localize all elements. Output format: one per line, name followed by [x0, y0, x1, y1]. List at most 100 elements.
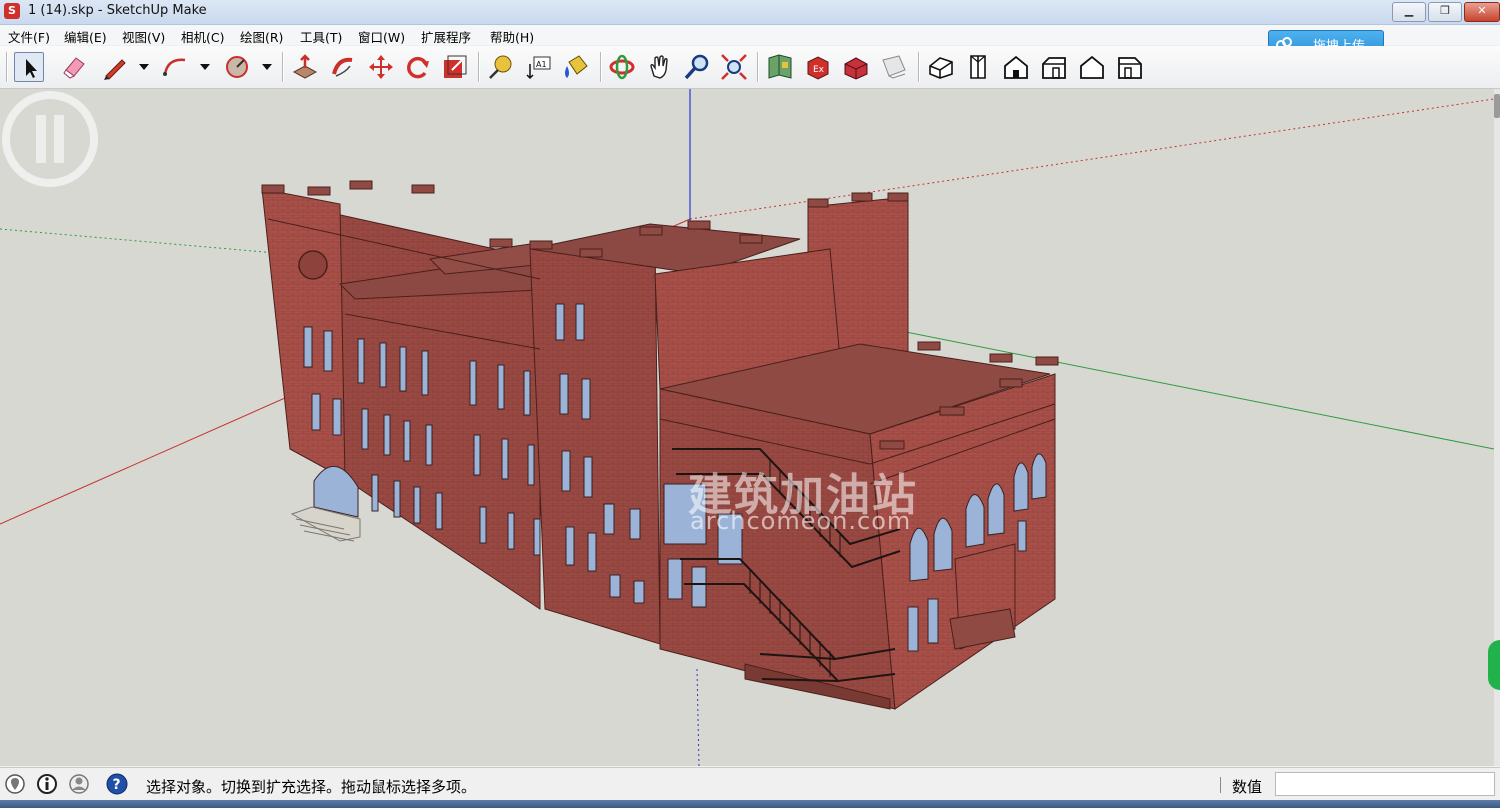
menu-camera[interactable]: 相机(C) [181, 27, 224, 46]
menu-edit[interactable]: 编辑(E) [64, 27, 107, 46]
warehouse-button[interactable] [765, 52, 795, 82]
eraser-icon [63, 57, 85, 79]
model-canvas [0, 89, 1494, 766]
layout-icon [882, 55, 906, 79]
status-bar: ? 选择对象。切换到扩充选择。拖动鼠标选择多项。 数值 [0, 767, 1500, 800]
extension-warehouse-icon: Ex [807, 56, 829, 80]
iso-view-button[interactable] [926, 52, 956, 82]
left-view-icon [1118, 57, 1142, 79]
measurements-label: 数值 [1232, 778, 1263, 796]
chevron-down-icon[interactable] [137, 60, 151, 74]
floating-assistant-button[interactable] [1488, 640, 1500, 690]
close-button[interactable]: ✕ [1464, 2, 1500, 22]
maximize-button[interactable]: ❐ [1428, 2, 1462, 22]
text-label-icon: A1 [526, 56, 551, 80]
toolbar-separator [478, 52, 480, 82]
close-icon: ✕ [1477, 4, 1487, 17]
select-icon [26, 59, 37, 78]
svg-text:Ex: Ex [813, 65, 825, 75]
chevron-down-icon[interactable] [198, 60, 212, 74]
toolbar-separator [600, 52, 602, 82]
blue-axis-dotted [696, 668, 700, 766]
maximize-icon: ❐ [1440, 4, 1450, 17]
paint-bucket-tool-button[interactable] [561, 52, 591, 82]
tape-measure-icon [489, 55, 512, 79]
extension-warehouse-button[interactable]: Ex [803, 52, 833, 82]
top-view-icon [970, 55, 986, 79]
model-viewport[interactable]: 建筑加油站 archcomeon.com [0, 89, 1494, 766]
orbit-icon [609, 54, 635, 80]
share-model-icon [844, 57, 868, 80]
minimize-icon: ▁ [1404, 4, 1414, 17]
svg-text:A1: A1 [536, 60, 547, 69]
eraser-tool-button[interactable] [60, 52, 90, 82]
push-pull-tool-button[interactable] [290, 52, 320, 82]
chevron-down-icon[interactable] [260, 60, 274, 74]
scale-tool-button[interactable] [440, 52, 470, 82]
rotate-tool-button[interactable] [403, 52, 433, 82]
watermark-logo-icon [2, 91, 98, 187]
watermark-url: archcomeon.com [690, 507, 912, 535]
shapes-icon [226, 56, 248, 78]
scale-icon [444, 55, 467, 78]
iso-view-icon [929, 57, 953, 79]
toolbar-separator [918, 52, 920, 82]
zoom-extents-tool-button[interactable] [719, 52, 749, 82]
os-taskbar-edge [0, 800, 1500, 808]
paint-bucket-icon [565, 55, 588, 78]
right-view-icon [1042, 57, 1066, 79]
pencil-line-icon [104, 59, 126, 80]
pan-icon [650, 55, 668, 79]
credits-info-icon[interactable] [36, 773, 58, 795]
minimize-button[interactable]: ▁ [1392, 2, 1426, 22]
right-view-button[interactable] [1039, 52, 1069, 82]
left-view-button[interactable] [1115, 52, 1145, 82]
orbit-tool-button[interactable] [607, 52, 637, 82]
menu-draw[interactable]: 绘图(R) [240, 27, 283, 46]
front-view-button[interactable] [1001, 52, 1031, 82]
back-view-icon [1080, 55, 1104, 79]
arc-tool-button[interactable] [160, 52, 190, 82]
zoom-tool-button[interactable] [682, 52, 712, 82]
menu-file[interactable]: 文件(F) [8, 27, 50, 46]
svg-text:?: ? [113, 777, 121, 793]
follow-me-icon [332, 57, 353, 77]
geo-location-icon[interactable] [4, 773, 26, 795]
follow-me-tool-button[interactable] [328, 52, 358, 82]
sketchup-logo-icon: S [4, 3, 20, 19]
user-account-icon[interactable] [68, 773, 90, 795]
status-separator [1220, 777, 1221, 793]
layout-button[interactable] [879, 52, 909, 82]
tape-measure-tool-button[interactable] [486, 52, 516, 82]
push-pull-icon [292, 54, 318, 79]
line-tool-button[interactable] [100, 52, 130, 82]
top-view-button[interactable] [963, 52, 993, 82]
menu-window[interactable]: 窗口(W) [358, 27, 405, 46]
zoom-icon [684, 54, 709, 80]
menu-help[interactable]: 帮助(H) [490, 27, 534, 46]
select-tool-button[interactable] [14, 52, 44, 82]
menu-tools[interactable]: 工具(T) [300, 27, 342, 46]
main-toolbar: A1 Ex [0, 46, 1500, 89]
menu-view[interactable]: 视图(V) [122, 27, 165, 46]
toolbar-separator [757, 52, 759, 82]
move-tool-button[interactable] [366, 52, 396, 82]
building-model [261, 180, 1059, 710]
measurements-input[interactable] [1275, 772, 1495, 796]
zoom-extents-icon [721, 54, 747, 80]
toolbar-separator [282, 52, 284, 82]
text-tool-button[interactable]: A1 [524, 52, 554, 82]
window-title: 1 (14).skp - SketchUp Make [28, 3, 207, 18]
back-view-button[interactable] [1077, 52, 1107, 82]
menu-extensions[interactable]: 扩展程序 [421, 27, 471, 46]
scrollbar-thumb[interactable] [1494, 94, 1500, 118]
share-model-button[interactable] [841, 52, 871, 82]
front-view-icon [1004, 55, 1028, 79]
toolbar-separator [6, 52, 8, 82]
status-message: 选择对象。切换到扩充选择。拖动鼠标选择多项。 [146, 778, 477, 796]
shapes-tool-button[interactable] [222, 52, 252, 82]
pan-tool-button[interactable] [645, 52, 675, 82]
arc-icon [163, 58, 186, 76]
help-icon[interactable]: ? [106, 773, 128, 795]
move-icon [369, 55, 393, 79]
